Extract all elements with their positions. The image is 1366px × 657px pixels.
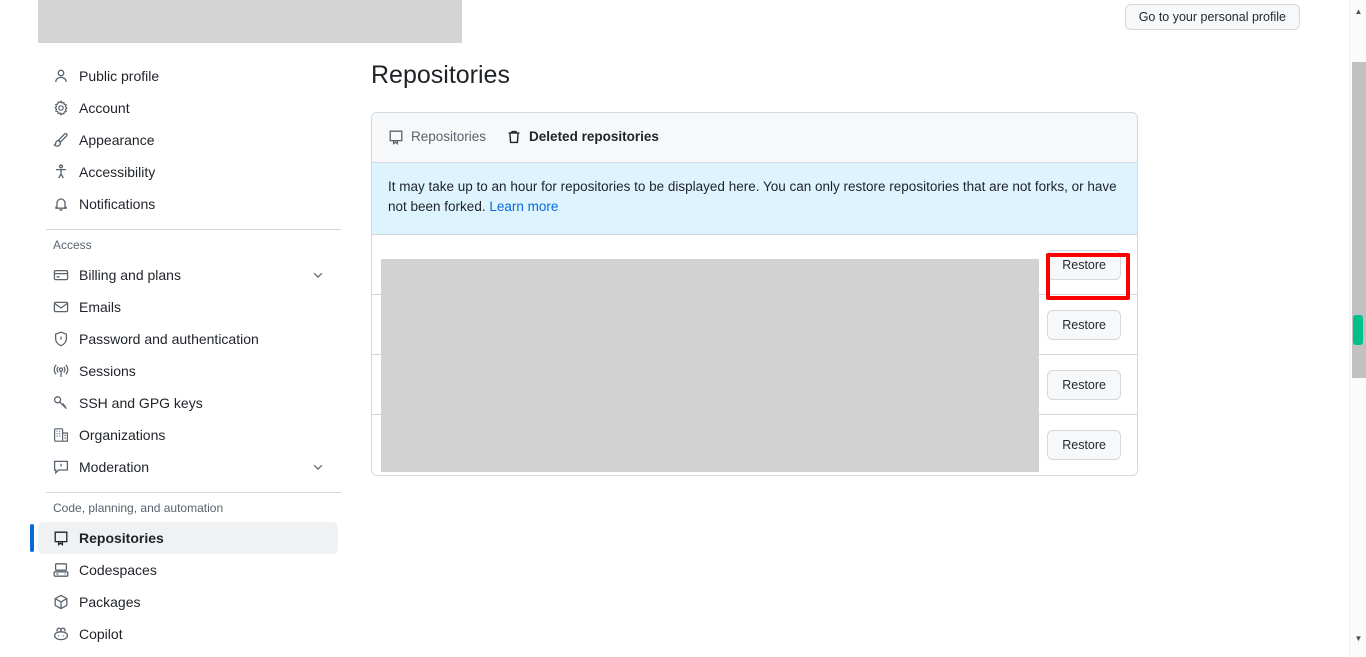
tab-label: Repositories bbox=[411, 129, 487, 145]
sidebar-item-copilot[interactable]: Copilot bbox=[38, 618, 338, 650]
paintbrush-icon bbox=[53, 132, 69, 148]
sidebar-item-billing-and-plans[interactable]: Billing and plans bbox=[38, 259, 338, 291]
report-icon bbox=[53, 459, 69, 475]
copilot-icon bbox=[53, 626, 69, 642]
sidebar-item-account[interactable]: Account bbox=[38, 92, 338, 124]
sidebar-item-label: Copilot bbox=[79, 626, 123, 642]
sidebar-item-label: Appearance bbox=[79, 132, 155, 148]
repo-icon bbox=[388, 129, 404, 145]
mail-icon bbox=[53, 299, 69, 315]
bell-icon bbox=[53, 196, 69, 212]
sidebar-item-label: Accessibility bbox=[79, 164, 156, 180]
sidebar-item-label: Organizations bbox=[79, 427, 166, 443]
sidebar-item-public-profile[interactable]: Public profile bbox=[38, 60, 338, 92]
sidebar-item-notifications[interactable]: Notifications bbox=[38, 188, 338, 220]
trash-icon bbox=[506, 129, 522, 145]
sidebar-divider bbox=[46, 229, 341, 230]
sidebar-item-label: Public profile bbox=[79, 68, 160, 84]
sidebar-item-label: Emails bbox=[79, 299, 122, 315]
broadcast-icon bbox=[53, 363, 69, 379]
sidebar-item-label: Billing and plans bbox=[79, 267, 181, 283]
sidebar-item-label: Moderation bbox=[79, 459, 150, 475]
info-banner: It may take up to an hour for repositori… bbox=[372, 162, 1137, 236]
sidebar-item-label: Repositories bbox=[79, 530, 164, 546]
sidebar-item-organizations[interactable]: Organizations bbox=[38, 419, 338, 451]
accessibility-icon bbox=[53, 164, 69, 180]
settings-sidebar: Public profile Account Appearance Accessibi… bbox=[30, 60, 341, 650]
sidebar-item-password-and-authentication[interactable]: Password and authentication bbox=[38, 323, 338, 355]
restore-button[interactable]: Restore bbox=[1047, 369, 1121, 400]
find-match-marker bbox=[1353, 315, 1363, 345]
sidebar-item-accessibility[interactable]: Accessibility bbox=[38, 156, 338, 188]
learn-more-link[interactable]: Learn more bbox=[489, 199, 558, 214]
browser-scrollbar[interactable]: ▲ ▼ bbox=[1349, 0, 1366, 657]
sidebar-section-title: Code, planning, and automation bbox=[53, 501, 224, 515]
go-to-personal-profile-label: Go to your personal profile bbox=[1138, 10, 1286, 24]
shield-lock-icon bbox=[53, 331, 69, 347]
sidebar-item-emails[interactable]: Emails bbox=[38, 291, 338, 323]
restore-button[interactable]: Restore bbox=[1047, 309, 1121, 340]
sidebar-item-ssh-and-gpg-keys[interactable]: SSH and GPG keys bbox=[38, 387, 338, 419]
scroll-up-arrow-icon[interactable]: ▲ bbox=[1350, 3, 1366, 20]
sidebar-item-appearance[interactable]: Appearance bbox=[38, 124, 338, 156]
card-tab-bar: Repositories Deleted repositories bbox=[372, 112, 1137, 163]
sidebar-item-moderation[interactable]: Moderation bbox=[38, 451, 338, 483]
sidebar-item-label: Notifications bbox=[79, 196, 156, 212]
sidebar-divider bbox=[46, 492, 341, 493]
key-icon bbox=[53, 395, 69, 411]
restore-button[interactable]: Restore bbox=[1047, 249, 1121, 280]
codespaces-icon bbox=[53, 562, 69, 578]
sidebar-item-label: Password and authentication bbox=[79, 331, 259, 347]
scroll-down-arrow-icon[interactable]: ▼ bbox=[1350, 630, 1366, 647]
organization-icon bbox=[53, 427, 69, 443]
chevron-down-icon bbox=[310, 267, 326, 283]
gear-icon bbox=[53, 100, 69, 116]
redacted-header-block bbox=[38, 0, 462, 43]
sidebar-item-label: Sessions bbox=[79, 363, 136, 379]
repo-icon bbox=[53, 530, 69, 546]
sidebar-item-label: Codespaces bbox=[79, 562, 157, 578]
settings-page: Go to your personal profile Public profi… bbox=[0, 0, 1366, 657]
sidebar-item-label: SSH and GPG keys bbox=[79, 395, 203, 411]
tab-deleted-repositories[interactable]: Deleted repositories bbox=[506, 129, 659, 145]
sidebar-item-label: Packages bbox=[79, 594, 141, 610]
chevron-down-icon bbox=[310, 459, 326, 475]
sidebar-item-packages[interactable]: Packages bbox=[38, 586, 338, 618]
restore-button[interactable]: Restore bbox=[1047, 430, 1121, 461]
package-icon bbox=[53, 594, 69, 610]
person-icon bbox=[53, 68, 69, 84]
go-to-personal-profile-button[interactable]: Go to your personal profile bbox=[1124, 4, 1300, 30]
sidebar-item-sessions[interactable]: Sessions bbox=[38, 355, 338, 387]
redacted-repository-names bbox=[381, 259, 1039, 472]
sidebar-item-label: Account bbox=[79, 100, 130, 116]
tab-repositories[interactable]: Repositories bbox=[388, 129, 486, 145]
tab-label: Deleted repositories bbox=[529, 129, 659, 145]
page-title: Repositories bbox=[371, 61, 510, 89]
credit-card-icon bbox=[53, 267, 69, 283]
sidebar-item-codespaces[interactable]: Codespaces bbox=[38, 554, 338, 586]
sidebar-item-repositories[interactable]: Repositories bbox=[30, 522, 338, 554]
sidebar-section-title: Access bbox=[53, 238, 92, 252]
